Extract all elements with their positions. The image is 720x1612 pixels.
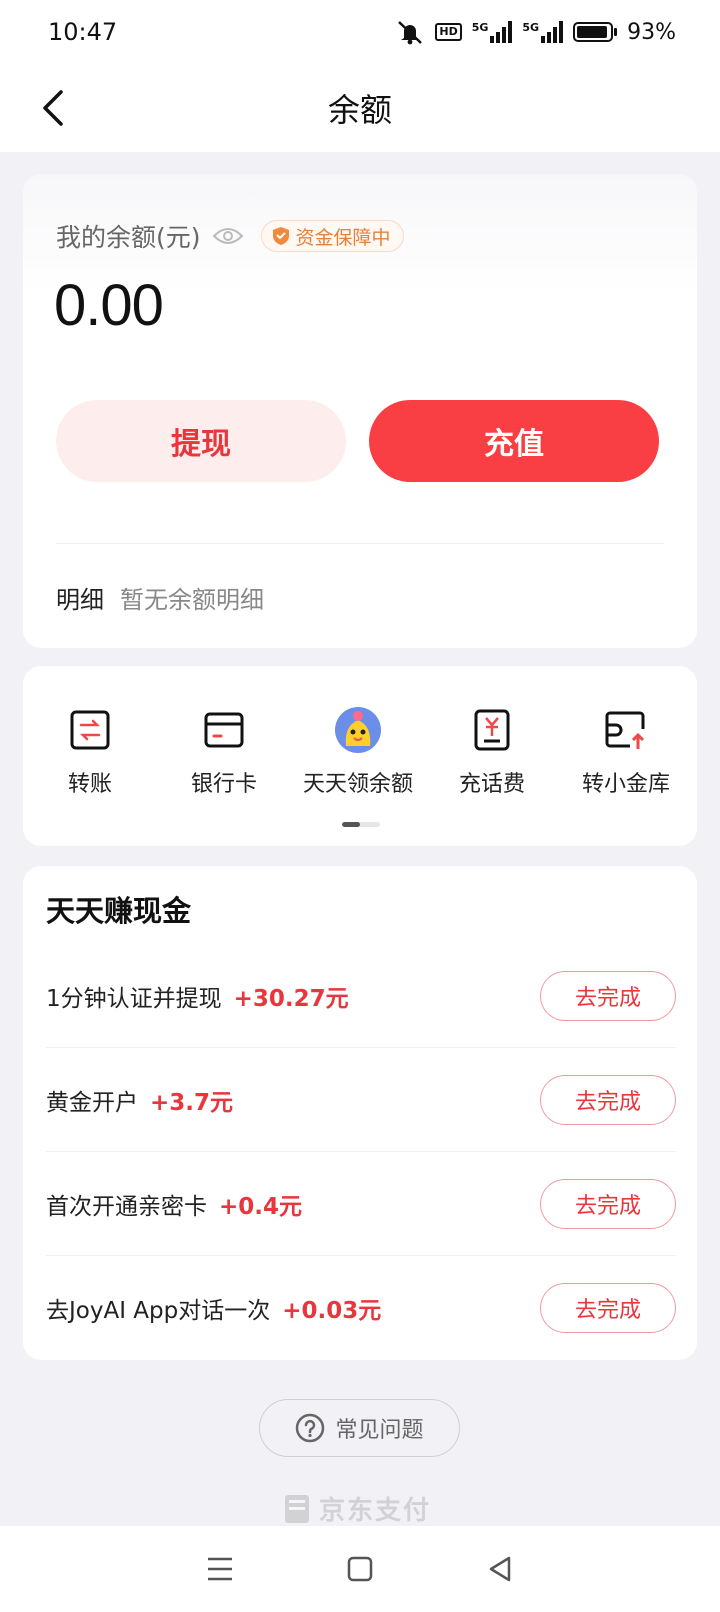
system-nav-bar <box>0 1526 720 1612</box>
task-text: 1分钟认证并提现 <box>46 985 222 1012</box>
balance-value: 0.00 <box>54 273 164 338</box>
detail-title: 明细 <box>56 586 104 614</box>
phone-bill-icon <box>468 706 516 754</box>
hd-icon: HD <box>435 23 462 41</box>
nav-bar: 余额 <box>0 64 720 152</box>
task-reward: +30.27元 <box>233 985 349 1012</box>
task-reward: +3.7元 <box>150 1089 234 1116</box>
tasks-title: 天天赚现金 <box>46 894 192 928</box>
back-triangle-icon <box>489 1556 511 1582</box>
jd-pay-logo-icon <box>285 1494 309 1523</box>
eye-icon[interactable] <box>211 219 245 253</box>
task-complete-button[interactable]: 去完成 <box>540 970 676 1021</box>
shield-icon <box>272 227 289 245</box>
menu-icon <box>208 1557 232 1581</box>
page-title: 余额 <box>327 91 392 129</box>
mute-icon <box>398 21 423 45</box>
task-row: 1分钟认证并提现 +30.27元 去完成 <box>46 944 676 1048</box>
detail-empty-text: 暂无余额明细 <box>120 586 264 614</box>
guarantee-badge[interactable]: 资金保障中 <box>260 220 404 252</box>
task-complete-button[interactable]: 去完成 <box>540 1074 676 1125</box>
task-text: 去JoyAI App对话一次 <box>46 1298 271 1324</box>
battery-percent: 93% <box>627 19 676 45</box>
bank-card-icon <box>200 706 248 754</box>
menu-nav-button[interactable] <box>200 1549 240 1589</box>
task-text: 黄金开户 <box>46 1089 138 1116</box>
task-complete-button[interactable]: 去完成 <box>540 1283 676 1333</box>
vault-transfer-icon <box>602 706 650 754</box>
tool-label: 充话费 <box>458 772 525 797</box>
tool-daily-balance[interactable]: 天天领余额 <box>291 706 425 798</box>
balance-label-row: 我的余额(元) 资金保障中 <box>56 218 404 254</box>
recharge-button[interactable]: 充值 <box>369 400 659 482</box>
withdraw-button[interactable]: 提现 <box>56 400 346 482</box>
task-text: 首次开通亲密卡 <box>46 1193 207 1220</box>
tool-transfer[interactable]: 转账 <box>23 706 157 798</box>
divider <box>56 543 664 544</box>
tool-label: 天天领余额 <box>302 772 413 797</box>
tool-label: 转小金库 <box>581 772 670 797</box>
back-arrow-icon <box>43 90 63 126</box>
network-1-label: 5G <box>471 21 489 34</box>
tool-bank-card[interactable]: 银行卡 <box>157 706 291 798</box>
balance-card: 我的余额(元) 资金保障中 0.00 提现 充值 明细 暂无余额明细 <box>23 174 697 648</box>
tasks-card: 天天赚现金 1分钟认证并提现 +30.27元 去完成 黄金开户 +3.7元 去完成 … <box>23 866 697 1360</box>
home-square-icon <box>347 1556 373 1582</box>
home-nav-button[interactable] <box>340 1549 380 1589</box>
tools-card: 转账 银行卡 天天领余额 充话费 转小金库 <box>23 666 697 846</box>
back-button[interactable] <box>30 84 78 132</box>
task-row: 黄金开户 +3.7元 去完成 <box>46 1048 676 1152</box>
balance-label: 我的余额(元) <box>56 223 201 252</box>
footer-brand-text: 京东支付 <box>319 1496 432 1526</box>
signal-2-icon: 5G <box>522 21 564 43</box>
tools-row: 转账 银行卡 天天领余额 充话费 转小金库 <box>23 706 697 798</box>
status-bar: 10:47 HD 5G 5G 93% <box>0 0 720 64</box>
back-nav-button[interactable] <box>480 1549 520 1589</box>
battery-icon <box>573 22 618 42</box>
task-complete-button[interactable]: 去完成 <box>540 1178 676 1229</box>
detail-row[interactable]: 明细 暂无余额明细 <box>56 580 264 615</box>
guarantee-text: 资金保障中 <box>295 226 391 249</box>
transfer-icon <box>66 706 114 754</box>
task-row: 首次开通亲密卡 +0.4元 去完成 <box>46 1152 676 1256</box>
footer-brand: 京东支付 <box>283 1490 431 1527</box>
mascot-icon <box>334 706 382 754</box>
task-row: 去JoyAI App对话一次 +0.03元 去完成 <box>46 1256 676 1360</box>
tool-label: 转账 <box>67 772 112 797</box>
faq-button[interactable]: 常见问题 <box>259 1399 460 1457</box>
network-2-label: 5G <box>522 21 540 34</box>
tool-vault-transfer[interactable]: 转小金库 <box>559 706 693 798</box>
status-icons: HD 5G 5G 93% <box>395 19 676 45</box>
signal-1-icon: 5G <box>472 21 513 43</box>
status-time: 10:47 <box>48 18 118 46</box>
task-reward: +0.03元 <box>282 1298 382 1324</box>
help-icon <box>296 1413 325 1443</box>
task-reward: +0.4元 <box>219 1193 303 1220</box>
tool-label: 银行卡 <box>190 772 257 797</box>
scroll-indicator <box>342 822 380 827</box>
faq-label: 常见问题 <box>335 1418 424 1443</box>
tool-phone-bill[interactable]: 充话费 <box>425 706 559 798</box>
